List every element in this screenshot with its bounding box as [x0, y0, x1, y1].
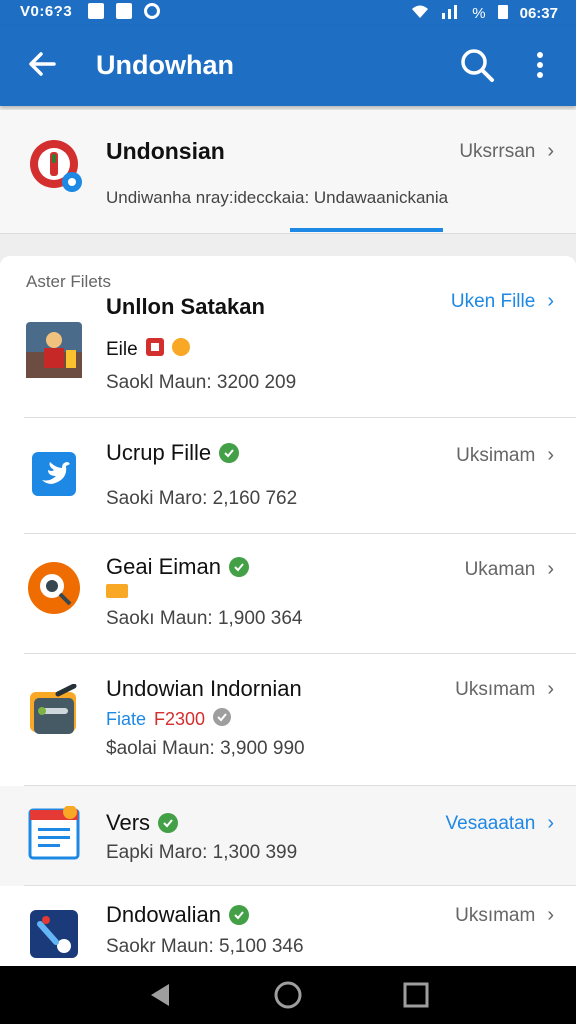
- list-item[interactable]: Unllon Satakan Eile Saokl Maun: 3200 209…: [0, 286, 576, 418]
- item-meta: Saokı Maun: 1,900 364: [106, 608, 303, 629]
- item-action-button[interactable]: Uksimam ›: [456, 444, 554, 467]
- signal-icon: [440, 3, 462, 23]
- item-meta: Saoki Maro: 2,160 762: [106, 488, 298, 509]
- sun-search-icon: [26, 560, 82, 616]
- gold-badge-icon: [171, 338, 190, 362]
- chevron-right-icon: ›: [547, 904, 554, 926]
- system-navigation-bar: [0, 966, 576, 1024]
- settings-notification-icon: [144, 3, 160, 19]
- item-name-row: Dndowalian: [106, 902, 249, 928]
- verified-check-icon: [228, 905, 249, 925]
- search-icon[interactable]: [458, 46, 496, 84]
- item-action-button[interactable]: Ukaman ›: [465, 558, 554, 581]
- item-action-button[interactable]: Uksımam ›: [455, 678, 554, 701]
- item-action-label: Uksimam: [456, 444, 536, 466]
- item-action-label: Ukaman: [464, 558, 536, 580]
- nav-home-icon[interactable]: [273, 980, 303, 1010]
- item-name-row: Vers: [106, 810, 179, 836]
- nav-recents-icon[interactable]: [401, 980, 431, 1010]
- list-item[interactable]: Undowian Indornian Fiate F2300 $aolai Ma…: [0, 654, 576, 786]
- item-action-button[interactable]: Uksımam ›: [455, 904, 554, 927]
- item-name: Undowian Indornian: [106, 676, 302, 701]
- red-badge-icon: [145, 338, 164, 362]
- ticket-icon: [26, 683, 82, 740]
- phone-app-icon: [26, 906, 82, 962]
- item-action-label: Uksımam: [455, 678, 536, 700]
- header-action-label: Uksrrsan: [459, 140, 536, 162]
- item-price: F2300: [154, 709, 206, 729]
- item-name: Vers: [106, 810, 151, 835]
- item-sub-label: Fiate: [106, 709, 147, 729]
- back-arrow-icon[interactable]: [24, 46, 60, 82]
- item-name: Ucrup Fille: [106, 440, 212, 465]
- item-meta: Saokr Maun: 5,100 346: [106, 936, 304, 957]
- item-subtitle: Eile: [106, 338, 190, 362]
- status-clock: 06:37: [519, 4, 558, 22]
- item-subtitle: Fiate F2300: [106, 708, 232, 731]
- item-meta: $aolai Maun: 3,900 990: [106, 738, 305, 759]
- item-meta: Saokl Maun: 3200 209: [106, 372, 297, 393]
- item-action-button[interactable]: Uken Fille ›: [451, 290, 554, 313]
- document-icon: [26, 805, 82, 862]
- chevron-right-icon: ›: [547, 812, 554, 834]
- file-list-card: Aster Filets Unllon Satakan Eile Saokl M…: [0, 256, 576, 966]
- verified-check-icon: [219, 443, 240, 463]
- item-name: Geai Eiman: [106, 554, 221, 579]
- wifi-icon: [410, 3, 430, 23]
- chevron-right-icon: ›: [547, 678, 554, 700]
- item-meta: Eapki Maro: 1,300 399: [106, 842, 298, 863]
- chevron-right-icon: ›: [547, 558, 554, 580]
- photo-thumbnail-icon: [26, 322, 82, 378]
- chevron-right-icon: ›: [547, 444, 554, 466]
- notification-icons: [88, 3, 160, 19]
- page-title: Undowhan: [96, 50, 234, 80]
- header-action-button[interactable]: Uksrrsan ›: [459, 140, 554, 163]
- battery-percent: %: [472, 4, 486, 22]
- item-action-label: Vesaaatan: [445, 812, 536, 834]
- app-description: Undiwanha nray:idecckaia: Undawaanickani…: [106, 188, 449, 207]
- app-header-card: Undonsian Uksrrsan › Undiwanha nray:idec…: [0, 110, 576, 234]
- item-action-label: Uken Fille: [450, 290, 536, 312]
- grey-badge-icon: [213, 708, 232, 731]
- app-logo-icon: [28, 138, 84, 194]
- item-sub-label: Eile: [106, 339, 138, 360]
- list-item[interactable]: Vers Eapki Maro: 1,300 399 Vesaaatan ›: [0, 786, 576, 886]
- chevron-right-icon: ›: [547, 140, 554, 162]
- item-action-label: Uksımam: [455, 904, 536, 926]
- orange-tag-icon: [106, 584, 128, 603]
- twitter-bird-icon: [26, 446, 82, 502]
- image-notification-icon: [116, 3, 132, 19]
- item-name: Unllon Satakan: [106, 294, 265, 319]
- verified-check-icon: [158, 813, 179, 833]
- status-indicators: % 06:37: [410, 3, 558, 23]
- active-tab-indicator: [290, 228, 443, 232]
- app-name: Undonsian: [106, 138, 225, 164]
- status-time: V0:6?3: [20, 3, 73, 20]
- more-options-icon[interactable]: [526, 46, 554, 84]
- list-item[interactable]: Dndowalian Saokr Maun: 5,100 346 Uksımam…: [0, 886, 576, 966]
- notification-icon: [88, 3, 104, 19]
- item-name-row: Ucrup Fille: [106, 440, 240, 466]
- item-action-button[interactable]: Vesaaatan ›: [446, 812, 554, 835]
- verified-check-icon: [228, 557, 249, 577]
- list-item[interactable]: Geai Eiman Saokı Maun: 1,900 364 Ukaman …: [0, 534, 576, 654]
- item-name: Dndowalian: [106, 902, 221, 927]
- item-name-row: Geai Eiman: [106, 554, 249, 580]
- battery-icon: [496, 3, 510, 23]
- status-bar: V0:6?3 % 06:37: [0, 0, 576, 26]
- nav-back-icon[interactable]: [145, 980, 175, 1010]
- list-item[interactable]: Ucrup Fille Saoki Maro: 2,160 762 Uksima…: [0, 418, 576, 534]
- app-bar: Undowhan: [0, 26, 576, 106]
- chevron-right-icon: ›: [547, 290, 554, 312]
